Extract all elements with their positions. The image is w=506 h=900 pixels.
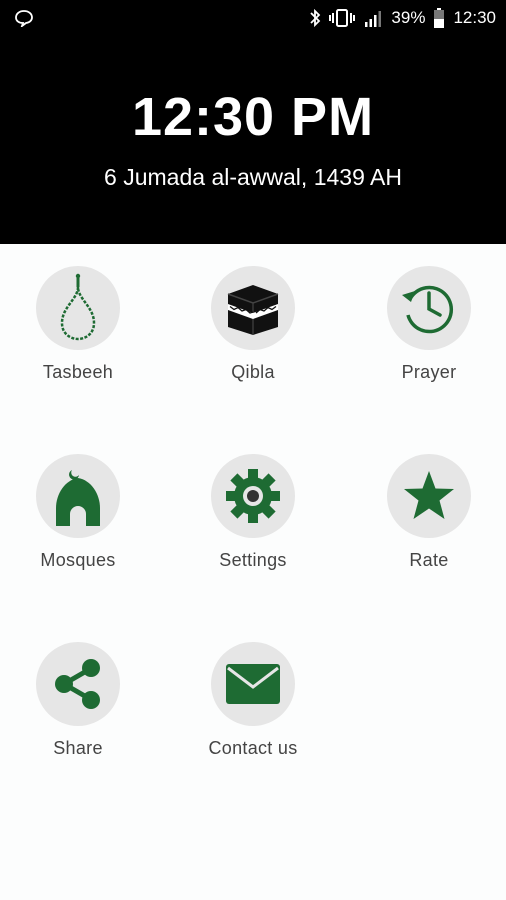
menu-item-prayer[interactable]: Prayer [344, 266, 506, 426]
menu-label: Qibla [231, 362, 275, 382]
menu-label: Settings [219, 550, 287, 570]
current-time: 12:30 PM [131, 87, 375, 147]
menu-label: Share [53, 738, 103, 758]
menu-label: Prayer [401, 362, 457, 382]
status-bar: 39% 12:30 [0, 0, 506, 36]
menu-item-qibla[interactable]: Qibla [168, 266, 338, 426]
menu-item-mosques[interactable]: Mosques [0, 454, 163, 614]
battery-icon [434, 8, 445, 28]
vibrate-icon [329, 9, 356, 27]
hijri-date: 6 Jumada al-awwal, 1439 AH [104, 164, 402, 190]
chat-bubble-icon [15, 10, 33, 27]
envelope-icon [226, 664, 280, 704]
clock-header: 12:30 PM 6 Jumada al-awwal, 1439 AH [0, 36, 506, 244]
menu-label: Tasbeeh [42, 362, 114, 382]
mosque-icon [56, 470, 100, 526]
kaaba-icon [227, 285, 279, 335]
clock-history-icon [402, 285, 454, 334]
gear-icon [226, 469, 280, 523]
battery-percent: 39% [391, 8, 426, 27]
share-icon [55, 659, 100, 709]
menu-item-share[interactable]: Share [0, 642, 163, 802]
menu-label: Mosques [40, 550, 116, 570]
star-icon [404, 471, 454, 519]
menu-item-rate[interactable]: Rate [344, 454, 506, 614]
menu-label: Rate [409, 550, 449, 570]
prayer-beads-icon [60, 273, 96, 341]
status-time: 12:30 [453, 8, 496, 27]
menu-label: Contact us [208, 738, 298, 758]
menu-item-tasbeeh[interactable]: Tasbeeh [0, 266, 163, 426]
bluetooth-icon [310, 8, 321, 28]
signal-icon [365, 11, 382, 27]
menu-item-settings[interactable]: Settings [168, 454, 338, 614]
menu-item-contact-us[interactable]: Contact us [168, 642, 338, 802]
